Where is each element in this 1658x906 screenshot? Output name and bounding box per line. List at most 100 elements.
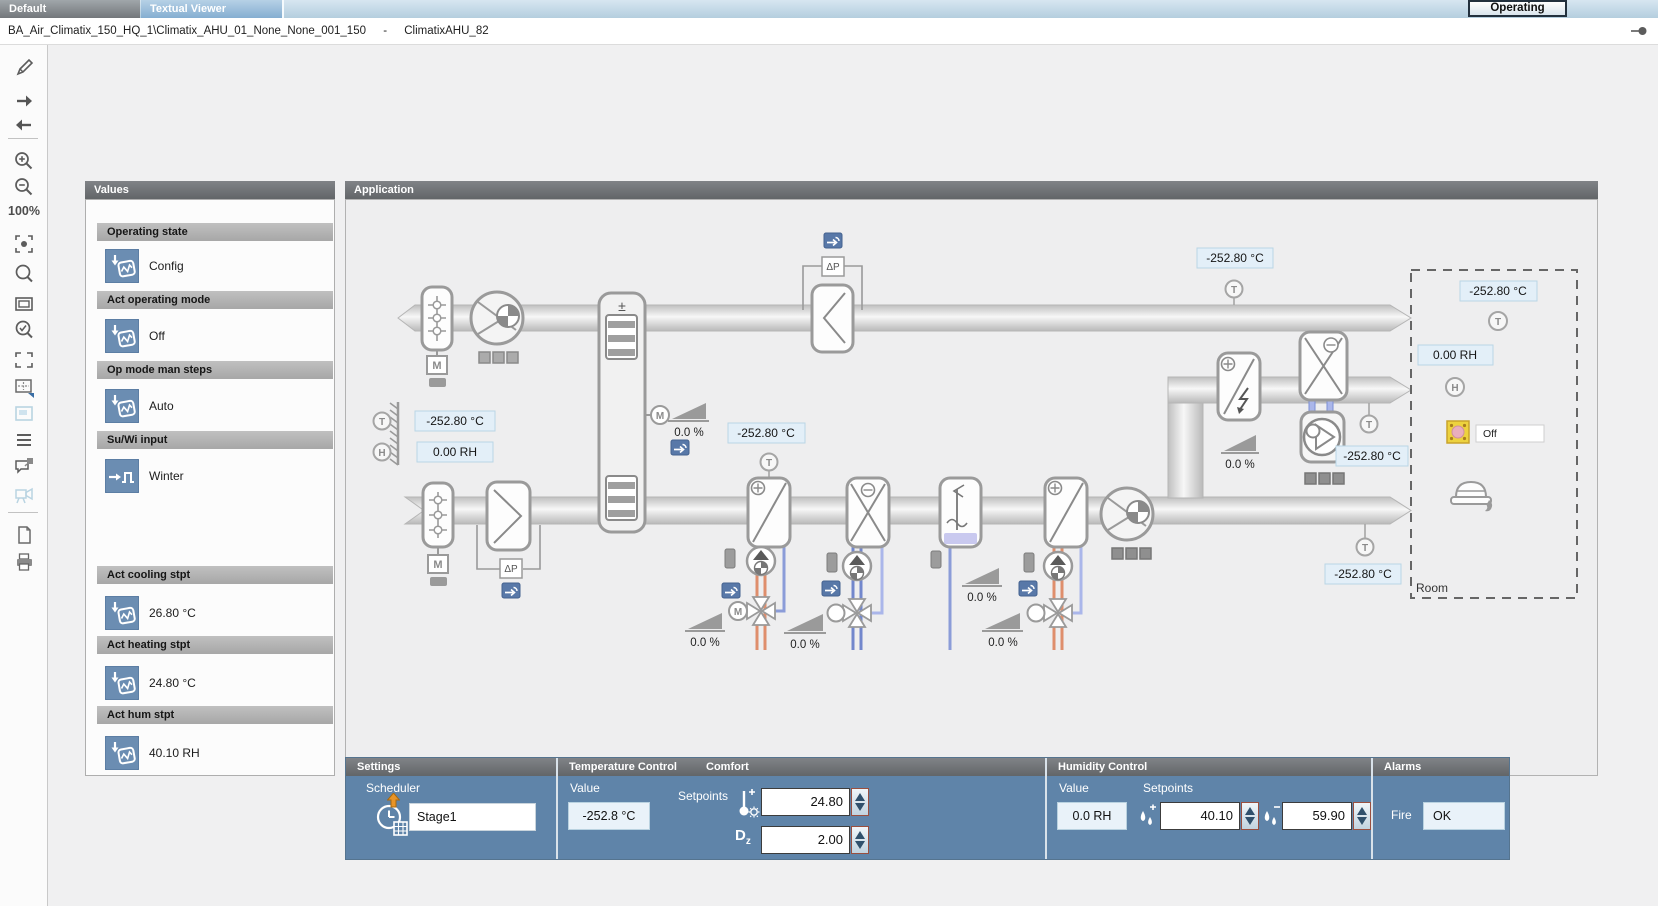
edit-pen-icon[interactable] — [13, 57, 35, 79]
riser-duct — [1168, 377, 1411, 498]
hum-value-label: Value — [1059, 781, 1089, 795]
supply-filter: ΔP — [477, 482, 540, 578]
alarms-title: Alarms — [1373, 758, 1509, 776]
settings-title: Settings — [346, 758, 556, 776]
after-heatpump-temp-value[interactable]: -252.80 °C — [1336, 446, 1408, 466]
top-tab-bar: Default Textual Viewer Operating — [0, 0, 1658, 18]
value-setpoint-icon[interactable] — [105, 666, 139, 700]
comfort-setpoint-spinner[interactable] — [851, 788, 869, 816]
overview-window-icon[interactable] — [13, 293, 35, 315]
section-act-cooling-stpt: Act cooling stpt — [97, 566, 333, 584]
print-icon[interactable] — [13, 551, 35, 573]
section-operating-state: Operating state — [97, 223, 333, 241]
temperature-control-title-text: Temperature Control — [569, 761, 677, 773]
value-setpoint-icon[interactable] — [105, 596, 139, 630]
spin-up-icon[interactable] — [1245, 807, 1255, 815]
forced-arrow-icon — [387, 793, 400, 808]
operating-state-value: Config — [149, 249, 184, 283]
override-icon[interactable] — [824, 233, 842, 248]
deadzone-label: Dz — [735, 827, 751, 847]
override-icon[interactable] — [722, 583, 740, 598]
section-act-operating-mode: Act operating mode — [97, 291, 333, 309]
operating-mode-button[interactable]: Operating — [1468, 0, 1567, 17]
humidify-setpoint-spinner[interactable] — [1241, 802, 1259, 830]
extract-temp-value[interactable]: -252.80 °C — [1197, 248, 1273, 268]
deadzone-setpoint-field[interactable]: 2.00 — [761, 826, 850, 854]
override-icon[interactable] — [822, 581, 840, 596]
sensor-letter: T — [1362, 543, 1368, 554]
pin-panel-icon[interactable] — [1630, 24, 1648, 38]
magnifier-icon[interactable] — [13, 263, 35, 285]
comfort-setpoint-field[interactable]: 24.80 — [761, 788, 850, 816]
spin-up-icon[interactable] — [855, 831, 865, 839]
room-humidity-value[interactable]: 0.00 RH — [1418, 345, 1493, 365]
spin-down-icon[interactable] — [1245, 817, 1255, 825]
scheduler-input[interactable] — [409, 803, 536, 831]
tab-textual-viewer[interactable]: Textual Viewer — [141, 0, 284, 18]
sensor-letter: T — [766, 458, 772, 469]
spin-down-icon[interactable] — [1357, 817, 1367, 825]
temperature-control-title: Temperature Control Comfort — [558, 758, 1045, 776]
humidifier-position: 0.0 % — [962, 568, 1002, 604]
dehumidify-setpoint-field[interactable]: 59.90 — [1282, 802, 1352, 830]
zoom-out-icon[interactable] — [13, 176, 35, 198]
supply-after-recovery-value[interactable]: -252.80 °C — [728, 423, 805, 443]
override-icon[interactable] — [502, 583, 520, 598]
sensor-letter: T — [379, 417, 385, 428]
override-icon[interactable] — [1019, 581, 1037, 596]
fire-alarm-label: Fire — [1391, 808, 1412, 822]
spin-up-icon[interactable] — [855, 793, 865, 801]
dehumidify-setpoint-spinner[interactable] — [1353, 802, 1371, 830]
value-setpoint-icon[interactable] — [105, 736, 139, 770]
zoom-in-icon[interactable] — [13, 150, 35, 172]
humidify-icon — [1137, 804, 1157, 830]
zoom-level-label: 100% — [5, 204, 43, 218]
humidify-setpoint-field[interactable]: 40.10 — [1160, 802, 1240, 830]
back-arrow-icon[interactable] — [13, 114, 35, 136]
act-hum-stpt-value: 40.10 RH — [149, 736, 200, 770]
coil2-position-text: 0.0 % — [988, 637, 1017, 649]
split-view-icon[interactable] — [13, 376, 35, 398]
comfort-temp-icon — [736, 787, 760, 821]
electric-heater-position: 0.0 % — [1221, 435, 1259, 471]
scheduler-clock-icon[interactable] — [376, 804, 410, 838]
select-area-icon[interactable] — [13, 349, 35, 371]
supply-air-duct — [405, 497, 1411, 524]
temp-setpoints-label: Setpoints — [678, 789, 728, 803]
fire-alarm-field[interactable]: OK — [1423, 802, 1505, 830]
annotation-icon[interactable] — [13, 456, 35, 478]
fit-view-icon[interactable] — [13, 233, 35, 255]
spin-down-icon[interactable] — [855, 841, 865, 849]
value-state-icon[interactable] — [105, 389, 139, 423]
outside-temp-value[interactable]: -252.80 °C — [415, 411, 495, 431]
section-act-hum-stpt: Act hum stpt — [97, 706, 333, 724]
outside-humidity-value[interactable]: 0.00 RH — [417, 442, 493, 462]
room-unit-state[interactable]: Off — [1447, 421, 1544, 443]
spin-down-icon[interactable] — [855, 803, 865, 811]
outside-temp-text: -252.80 °C — [426, 414, 484, 428]
hum-value-field[interactable]: 0.0 RH — [1057, 802, 1127, 830]
hum-setpoints-label: Setpoints — [1143, 781, 1193, 795]
value-state-icon[interactable] — [105, 249, 139, 283]
page-icon[interactable] — [13, 524, 35, 546]
elheater-position-text: 0.0 % — [1225, 459, 1254, 471]
supply-temp-value[interactable]: -252.80 °C — [1325, 564, 1401, 584]
room-humidity-sensor: H — [1446, 378, 1464, 396]
value-input-icon[interactable] — [105, 459, 139, 493]
layers-menu-icon[interactable] — [13, 429, 35, 451]
value-state-icon[interactable] — [105, 319, 139, 353]
tab-default[interactable]: Default — [0, 0, 140, 18]
ahu-diagram: T H -252.80 °C 0.00 RH — [345, 199, 1598, 776]
damper-motor-letter: M — [432, 360, 441, 372]
spin-up-icon[interactable] — [1357, 807, 1367, 815]
op-mode-man-steps-value: Auto — [149, 389, 174, 423]
forward-arrow-icon[interactable] — [13, 90, 35, 112]
zoom-check-icon[interactable] — [13, 319, 35, 341]
coil1-temp-sensor: T — [761, 454, 778, 479]
temp-value-label: Value — [570, 781, 600, 795]
override-icon[interactable] — [671, 440, 689, 455]
deadzone-setpoint-spinner[interactable] — [851, 826, 869, 854]
temp-value-field[interactable]: -252.8 °C — [568, 802, 650, 830]
su-wi-input-value: Winter — [149, 459, 184, 493]
room-temp-value[interactable]: -252.80 °C — [1460, 281, 1537, 301]
